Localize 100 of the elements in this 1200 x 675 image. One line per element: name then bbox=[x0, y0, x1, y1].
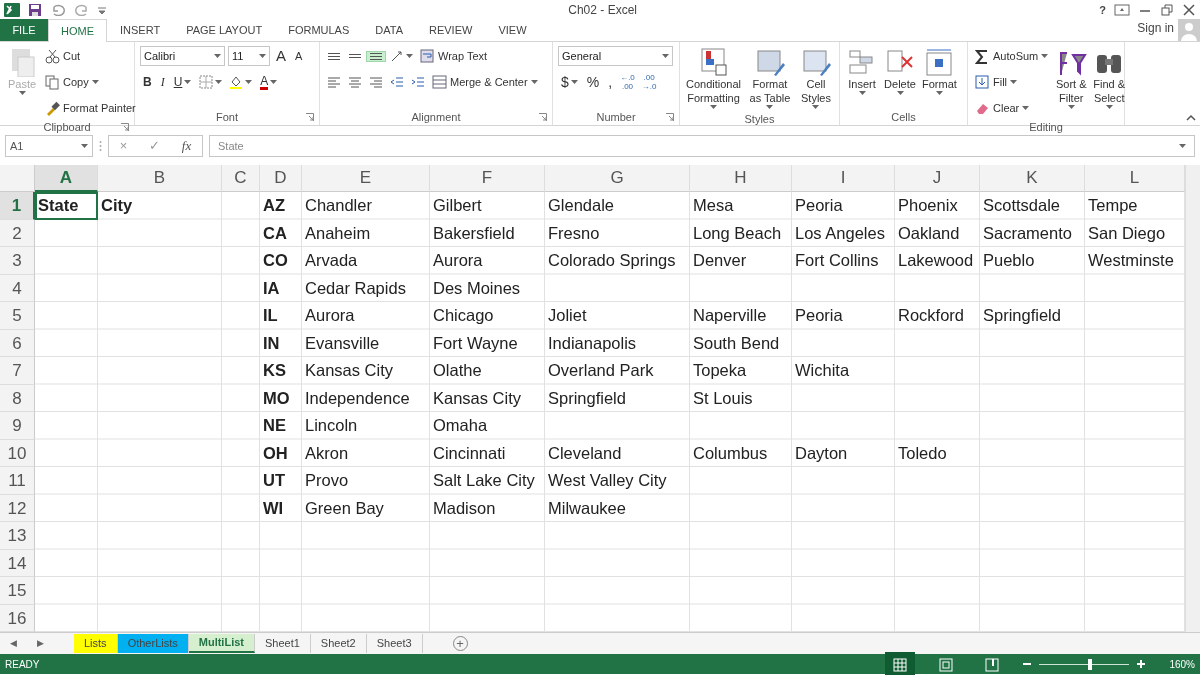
sheet-tab[interactable]: Lists bbox=[74, 634, 118, 653]
next-sheet-button[interactable]: ▶ bbox=[27, 636, 54, 651]
name-box[interactable]: A1 bbox=[5, 135, 93, 157]
ribbon-button[interactable]: Cut bbox=[43, 47, 83, 65]
font-color-button[interactable]: A bbox=[257, 74, 281, 90]
zoom-slider-handle[interactable] bbox=[1087, 658, 1092, 670]
zoom-level[interactable]: 160% bbox=[1169, 656, 1195, 672]
ribbon-button[interactable]: Format as Table bbox=[746, 45, 794, 111]
dialog-launcher-icon[interactable] bbox=[306, 113, 314, 121]
sheet-tab[interactable]: MultiList bbox=[188, 634, 255, 653]
currency-button[interactable]: $ bbox=[558, 71, 581, 93]
column-header[interactable]: F bbox=[430, 165, 545, 192]
row-header[interactable]: 10 bbox=[0, 439, 35, 467]
ribbon-tab[interactable]: PAGE LAYOUT bbox=[173, 19, 276, 41]
ribbon-tab[interactable]: HOME bbox=[48, 19, 107, 42]
column-header[interactable]: I bbox=[792, 165, 895, 192]
zoom-out-icon[interactable] bbox=[1023, 660, 1032, 668]
collapse-ribbon-icon[interactable] bbox=[1186, 114, 1196, 121]
grow-font-button[interactable]: A bbox=[273, 44, 289, 68]
ribbon-button[interactable]: Delete bbox=[883, 45, 917, 109]
ribbon-button[interactable]: Cell Styles bbox=[797, 45, 834, 111]
dialog-launcher-icon[interactable] bbox=[121, 123, 129, 131]
undo-icon[interactable] bbox=[50, 4, 66, 16]
zoom-in-icon[interactable] bbox=[1137, 660, 1146, 668]
italic-button[interactable]: I bbox=[157, 73, 168, 91]
shrink-font-button[interactable]: A bbox=[292, 47, 306, 65]
vertical-scrollbar[interactable] bbox=[1185, 165, 1200, 632]
dialog-launcher-icon[interactable] bbox=[666, 113, 674, 121]
column-header[interactable]: E bbox=[302, 165, 430, 192]
ribbon-button[interactable]: Find & Select bbox=[1092, 45, 1127, 119]
close-icon[interactable] bbox=[1182, 4, 1196, 16]
column-header[interactable]: H bbox=[690, 165, 792, 192]
ribbon-button[interactable]: Conditional Formatting bbox=[685, 45, 743, 111]
ribbon-button[interactable]: Wrap Text bbox=[418, 47, 490, 65]
column-header[interactable]: B bbox=[98, 165, 222, 192]
row-header[interactable]: 12 bbox=[0, 494, 35, 522]
ribbon-button[interactable]: Clear bbox=[973, 99, 1032, 117]
row-header[interactable]: 4 bbox=[0, 274, 35, 302]
row-header[interactable]: 1 bbox=[0, 192, 35, 220]
row-header[interactable]: 14 bbox=[0, 549, 35, 577]
ribbon-tab[interactable]: FORMULAS bbox=[275, 19, 363, 41]
column-header[interactable]: D bbox=[260, 165, 302, 192]
number-format-field[interactable]: General bbox=[558, 46, 673, 66]
align-right-button[interactable] bbox=[367, 74, 385, 90]
ribbon-button[interactable]: Format Painter bbox=[43, 99, 138, 117]
ribbon-tab[interactable]: VIEW bbox=[485, 19, 540, 41]
customize-toolbar-icon[interactable] bbox=[98, 6, 106, 14]
column-header[interactable]: C bbox=[222, 165, 260, 192]
underline-button[interactable]: U bbox=[170, 73, 195, 91]
dialog-launcher-icon[interactable] bbox=[539, 113, 547, 121]
restore-icon[interactable] bbox=[1160, 4, 1174, 16]
formula-field[interactable]: State bbox=[209, 135, 1195, 157]
row-header[interactable]: 8 bbox=[0, 384, 35, 412]
save-icon[interactable] bbox=[28, 3, 42, 17]
row-header[interactable]: 2 bbox=[0, 219, 35, 247]
row-header[interactable]: 9 bbox=[0, 412, 35, 440]
row-header[interactable]: 7 bbox=[0, 357, 35, 385]
borders-button[interactable] bbox=[197, 74, 225, 90]
row-header[interactable]: 13 bbox=[0, 522, 35, 550]
file-tab[interactable]: FILE bbox=[0, 19, 48, 41]
align-middle-button[interactable] bbox=[346, 53, 364, 59]
row-header[interactable]: 11 bbox=[0, 467, 35, 495]
sheet-tab[interactable]: OtherLists bbox=[117, 634, 189, 653]
redo-icon[interactable] bbox=[74, 4, 90, 16]
sign-in-link[interactable]: Sign in bbox=[1137, 19, 1174, 37]
font-size-field[interactable]: 11 bbox=[228, 46, 270, 66]
ribbon-button[interactable]: Fill bbox=[973, 73, 1020, 91]
ribbon-button[interactable]: Merge & Center bbox=[430, 73, 540, 91]
comma-button[interactable]: , bbox=[605, 71, 616, 93]
decrease-indent-button[interactable] bbox=[388, 74, 406, 90]
ribbon-button[interactable]: Insert bbox=[845, 45, 879, 109]
bold-button[interactable]: B bbox=[140, 73, 155, 91]
ribbon-button[interactable]: Sort & Filter bbox=[1054, 45, 1089, 119]
row-header[interactable]: 15 bbox=[0, 577, 35, 605]
column-header[interactable]: A bbox=[35, 165, 98, 192]
column-header[interactable]: L bbox=[1085, 165, 1185, 192]
ribbon-button[interactable]: AutoSum bbox=[973, 47, 1051, 65]
ribbon-display-icon[interactable] bbox=[1114, 4, 1130, 16]
excel-logo-icon[interactable] bbox=[4, 2, 20, 18]
insert-function-button[interactable]: fx bbox=[181, 136, 192, 156]
row-header[interactable]: 3 bbox=[0, 247, 35, 275]
column-header[interactable]: J bbox=[895, 165, 980, 192]
row-header[interactable]: 16 bbox=[0, 604, 35, 632]
align-top-button[interactable] bbox=[325, 51, 343, 61]
align-center-button[interactable] bbox=[346, 74, 364, 90]
increase-indent-button[interactable] bbox=[409, 74, 427, 90]
ribbon-button[interactable]: Copy bbox=[43, 73, 101, 91]
percent-button[interactable]: % bbox=[583, 71, 603, 93]
ribbon-tab[interactable]: REVIEW bbox=[416, 19, 486, 41]
previous-sheet-button[interactable]: ◀ bbox=[0, 636, 27, 651]
font-name-field[interactable]: Calibri bbox=[140, 46, 225, 66]
ribbon-button[interactable]: Format bbox=[921, 45, 958, 109]
row-header[interactable]: 5 bbox=[0, 302, 35, 330]
decimal-button[interactable]: ←.0 .00 bbox=[618, 73, 637, 91]
view-button[interactable] bbox=[885, 652, 916, 675]
align-bottom-button[interactable] bbox=[367, 51, 385, 61]
ribbon-tab[interactable]: INSERT bbox=[107, 19, 174, 41]
column-header[interactable]: K bbox=[980, 165, 1085, 192]
decimal-button[interactable]: .00 →.0 bbox=[639, 73, 659, 91]
paint-bucket-button[interactable] bbox=[227, 74, 255, 90]
